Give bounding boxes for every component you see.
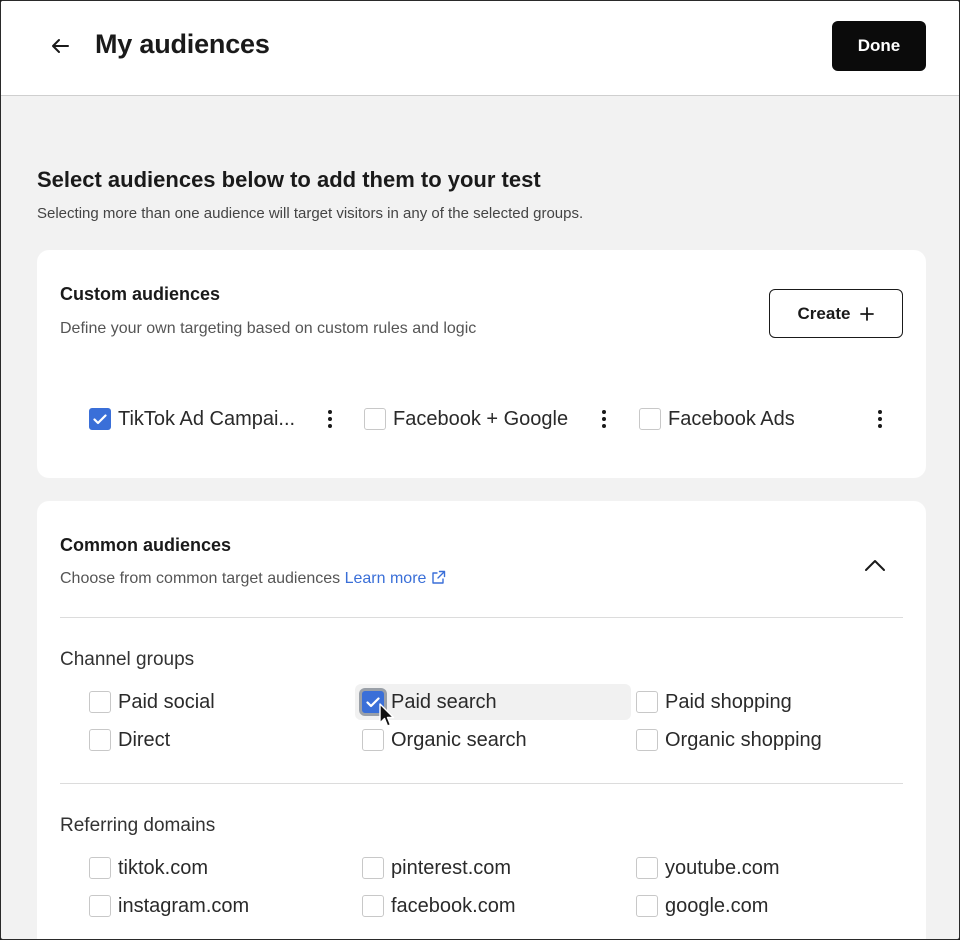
channel-group-item[interactable]: Paid shopping [636, 687, 792, 717]
checkbox[interactable] [89, 895, 111, 917]
checkbox[interactable] [636, 857, 658, 879]
custom-audiences-title: Custom audiences [60, 284, 221, 304]
referring-domain-label: instagram.com [118, 894, 250, 917]
custom-audiences-subtitle: Define your own targeting based on custo… [60, 320, 477, 337]
more-options-icon[interactable] [594, 404, 614, 434]
checkbox[interactable] [89, 729, 111, 751]
more-options-icon[interactable] [870, 404, 890, 434]
referring-domain-item[interactable]: google.com [636, 891, 768, 921]
referring-domains-title: Referring domains [60, 815, 216, 836]
back-button[interactable] [45, 31, 75, 61]
custom-audience-label: Facebook + Google [393, 407, 569, 430]
common-audiences-card: Common audiences Choose from common targ… [37, 501, 926, 939]
referring-domain-label: tiktok.com [118, 856, 209, 879]
channel-group-item[interactable]: Direct [89, 725, 170, 755]
checkbox[interactable] [89, 691, 111, 713]
custom-audiences-card: Custom audiences Define your own targeti… [37, 250, 926, 478]
checkbox[interactable] [639, 408, 661, 430]
done-button[interactable]: Done [832, 21, 926, 71]
page-title: My audiences [95, 29, 270, 59]
channel-group-label: Direct [118, 728, 171, 751]
channel-group-label: Paid social [118, 690, 215, 713]
checkmark-icon [93, 413, 107, 424]
chevron-up-icon [865, 559, 885, 571]
referring-domain-item[interactable]: pinterest.com [362, 853, 511, 883]
checkbox[interactable] [636, 729, 658, 751]
referring-domain-label: youtube.com [665, 856, 780, 879]
referring-domain-label: facebook.com [391, 894, 516, 917]
channel-group-label: Paid shopping [665, 690, 792, 713]
checkbox[interactable] [636, 691, 658, 713]
checkbox-checked[interactable] [89, 408, 111, 430]
checkbox[interactable] [362, 857, 384, 879]
referring-domain-label: pinterest.com [391, 856, 512, 879]
referring-domain-item[interactable]: youtube.com [636, 853, 780, 883]
intro-title: Select audiences below to add them to yo… [37, 167, 541, 192]
referring-domain-item[interactable]: tiktok.com [89, 853, 208, 883]
referring-domain-item[interactable]: facebook.com [362, 891, 516, 921]
learn-more-link[interactable]: Learn more [345, 570, 446, 587]
more-options-icon[interactable] [320, 404, 340, 434]
learn-more-label: Learn more [344, 570, 427, 587]
channel-group-item[interactable]: Organic shopping [636, 725, 822, 755]
referring-domain-item[interactable]: instagram.com [89, 891, 249, 921]
channel-groups-title: Channel groups [60, 649, 195, 670]
create-button[interactable]: Create [769, 289, 903, 338]
custom-audience-item[interactable]: TikTok Ad Campai... [89, 404, 295, 434]
common-audiences-subtitle: Choose from common target audiences Lear… [60, 570, 446, 588]
create-label: Create [797, 303, 851, 323]
external-link-icon [432, 570, 446, 584]
custom-audience-item[interactable]: Facebook Ads [639, 404, 795, 434]
divider [60, 617, 903, 618]
mouse-cursor-icon [379, 703, 395, 727]
intro-subtitle: Selecting more than one audience will ta… [37, 205, 584, 222]
custom-audience-item[interactable]: Facebook + Google [364, 404, 568, 434]
custom-audience-label: Facebook Ads [668, 407, 795, 430]
app-window: My audiences Done Select audiences below… [0, 0, 960, 940]
channel-group-label: Paid search [391, 690, 497, 713]
common-audiences-title: Common audiences [60, 535, 232, 555]
custom-audience-label: TikTok Ad Campai... [118, 407, 296, 430]
checkbox[interactable] [362, 895, 384, 917]
collapse-button[interactable] [859, 551, 891, 579]
checkbox[interactable] [89, 857, 111, 879]
arrow-left-icon [52, 39, 69, 53]
channel-group-item[interactable]: Organic search [362, 725, 527, 755]
checkbox[interactable] [364, 408, 386, 430]
referring-domain-label: google.com [665, 894, 769, 917]
common-audiences-subtitle-text: Choose from common target audiences [60, 570, 341, 587]
channel-group-item[interactable]: Paid social [89, 687, 215, 717]
checkbox[interactable] [362, 729, 384, 751]
page-header: My audiences Done [1, 1, 959, 96]
plus-icon [860, 306, 875, 321]
channel-group-label: Organic search [391, 728, 527, 751]
divider [60, 783, 903, 784]
channel-group-label: Organic shopping [665, 728, 822, 751]
checkbox[interactable] [636, 895, 658, 917]
